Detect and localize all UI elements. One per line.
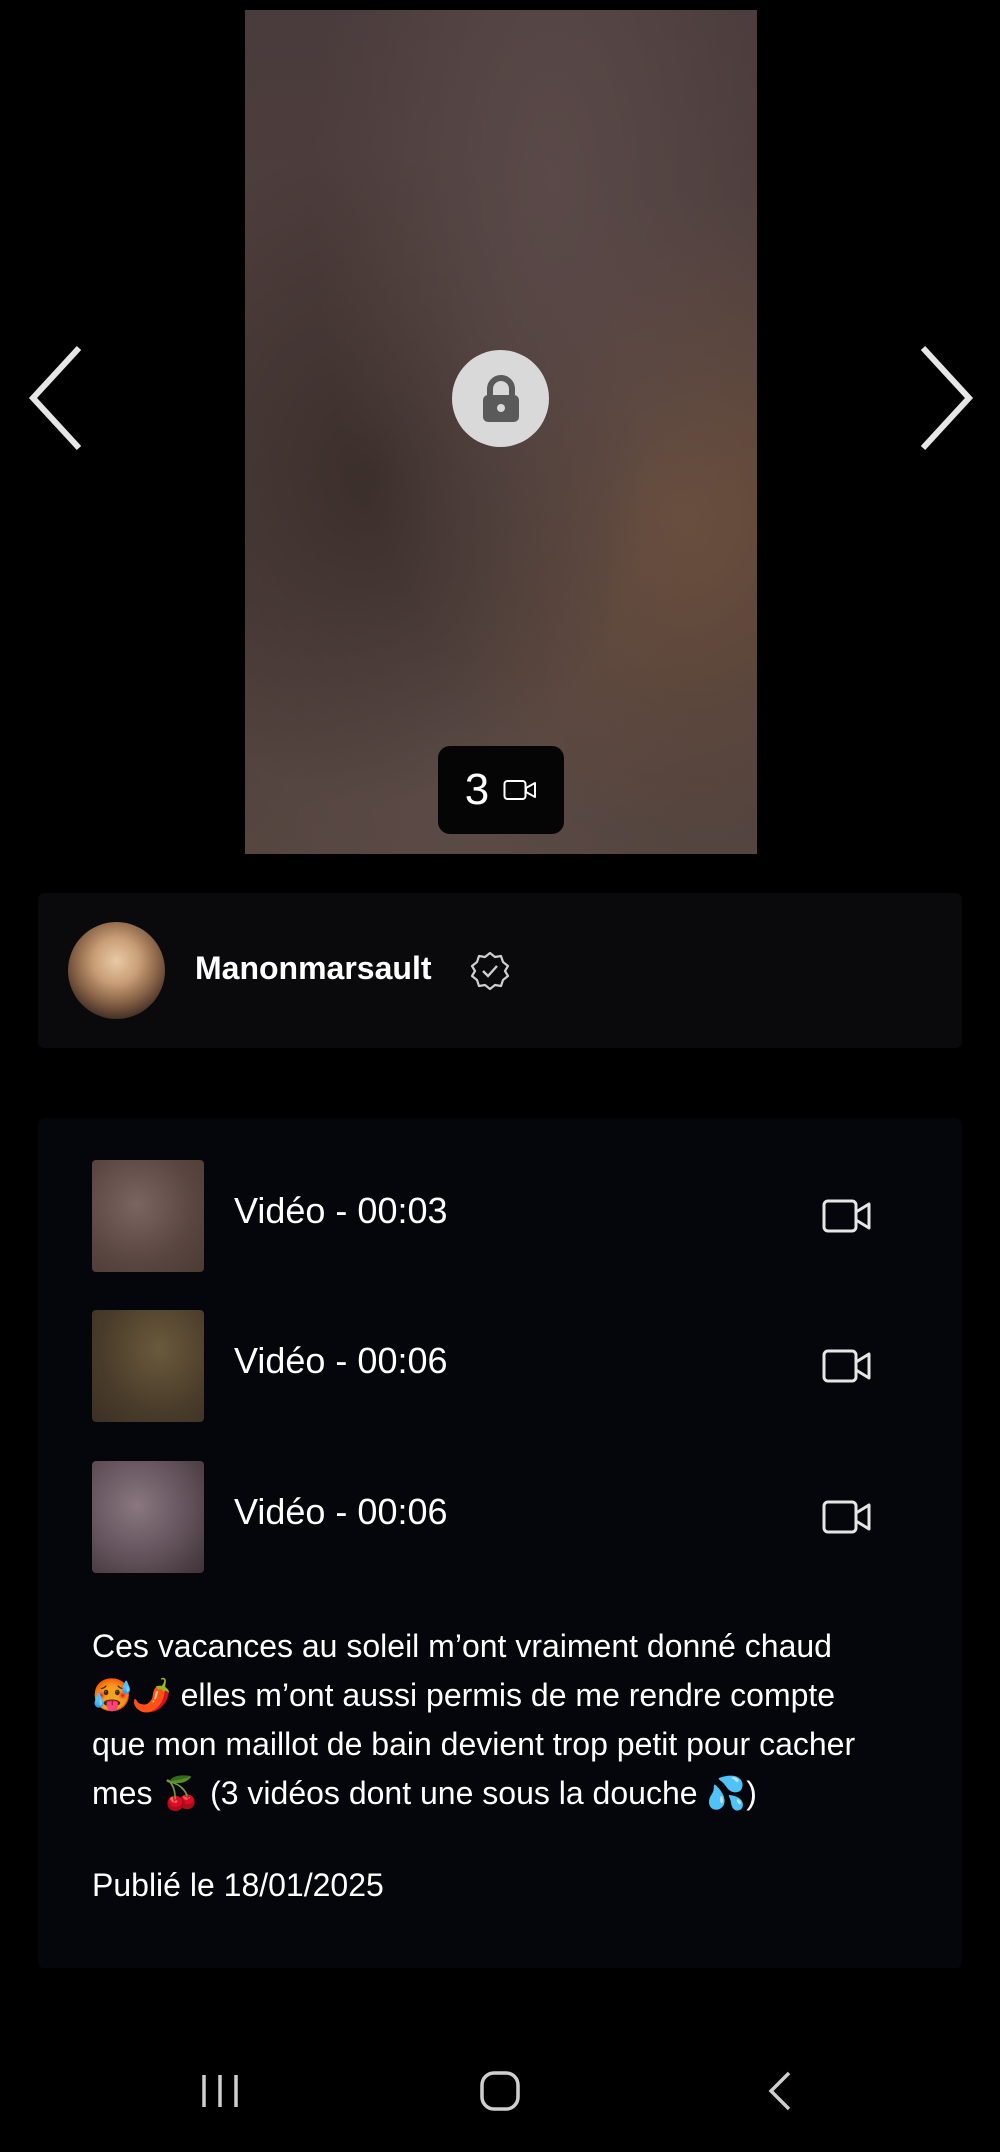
previous-button[interactable] bbox=[22, 340, 92, 455]
published-date: Publié le 18/01/2025 bbox=[92, 1867, 384, 1903]
video-camera-icon bbox=[822, 1500, 871, 1534]
home-icon bbox=[480, 2071, 520, 2111]
caption-line: mes 🍒 (3 vidéos dont une sous la douche … bbox=[92, 1769, 922, 1818]
caption-text: ) bbox=[746, 1775, 757, 1811]
caption-text: mes bbox=[92, 1775, 162, 1811]
media-label: Vidéo - 00:06 bbox=[234, 1491, 448, 1532]
video-camera-icon bbox=[503, 780, 537, 800]
video-camera-icon bbox=[822, 1349, 871, 1383]
avatar[interactable] bbox=[68, 922, 165, 1019]
caption-emoji: 💦 bbox=[706, 1774, 747, 1812]
caption-line: 🥵🌶️ elles m’ont aussi permis de me rendr… bbox=[92, 1671, 922, 1720]
media-label: Vidéo - 00:06 bbox=[234, 1340, 448, 1381]
caption-line: Ces vacances au soleil m’ont vraiment do… bbox=[92, 1628, 832, 1664]
media-count: 3 bbox=[464, 765, 490, 814]
media-thumbnail bbox=[92, 1310, 204, 1422]
post-caption: Ces vacances au soleil m’ont vraiment do… bbox=[92, 1622, 922, 1818]
chevron-right-icon bbox=[920, 345, 974, 450]
caption-emoji: 🍒 bbox=[161, 1774, 202, 1812]
caption-text: elles m’ont aussi permis de me rendre co… bbox=[171, 1677, 836, 1713]
chevron-left-icon bbox=[28, 345, 82, 450]
creator-name[interactable]: Manonmarsault bbox=[195, 950, 431, 987]
media-thumbnail bbox=[92, 1461, 204, 1573]
back-icon bbox=[768, 2071, 791, 2111]
lock-button[interactable] bbox=[452, 350, 549, 447]
recent-apps-icon bbox=[202, 2075, 238, 2107]
caption-text: (3 vidéos dont une sous la douche bbox=[201, 1775, 707, 1811]
media-label: Vidéo - 00:03 bbox=[234, 1190, 448, 1231]
next-button[interactable] bbox=[910, 340, 980, 455]
back-button[interactable] bbox=[750, 2066, 810, 2116]
media-list-item[interactable]: Vidéo - 00:06 bbox=[92, 1310, 912, 1422]
home-button[interactable] bbox=[470, 2066, 530, 2116]
verified-badge-icon bbox=[470, 951, 510, 991]
media-list-item[interactable]: Vidéo - 00:03 bbox=[92, 1160, 912, 1272]
recent-apps-button[interactable] bbox=[190, 2066, 250, 2116]
video-camera-icon bbox=[822, 1199, 871, 1233]
caption-line: que mon maillot de bain devient trop pet… bbox=[92, 1726, 856, 1762]
media-count-badge: 3 bbox=[438, 746, 564, 834]
lock-icon bbox=[482, 374, 519, 422]
caption-emoji: 🥵🌶️ bbox=[92, 1676, 172, 1714]
media-thumbnail bbox=[92, 1160, 204, 1272]
media-list-item[interactable]: Vidéo - 00:06 bbox=[92, 1461, 912, 1573]
